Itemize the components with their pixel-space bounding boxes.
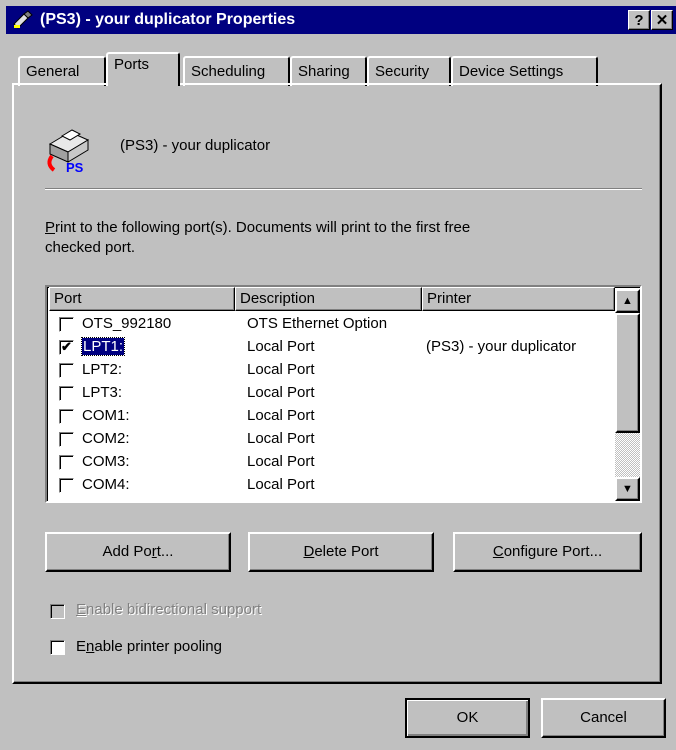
postscript-printer-icon: PS: [47, 129, 90, 174]
port-checkbox[interactable]: [59, 432, 74, 447]
port-printer: (PS3) - your duplicator: [426, 338, 577, 355]
port-description: Local Port: [247, 338, 315, 355]
active-tab-gap: [108, 82, 178, 86]
scroll-up-arrow-icon: ▲: [622, 295, 633, 307]
column-header-description[interactable]: Description: [235, 287, 422, 311]
port-description: Local Port: [247, 407, 315, 424]
port-checkbox[interactable]: [59, 386, 74, 401]
tab-security[interactable]: Security: [367, 56, 451, 86]
window-title: (PS3) - your duplicator Properties: [40, 11, 296, 28]
port-description: Local Port: [247, 384, 315, 401]
help-button[interactable]: ?: [628, 10, 650, 30]
port-row[interactable]: COM4: Local Port: [47, 474, 615, 498]
port-list[interactable]: Port Description Printer OTS_992180 OTS E…: [45, 285, 642, 503]
port-checkbox[interactable]: [59, 363, 74, 378]
port-row[interactable]: LPT3: Local Port: [47, 382, 615, 406]
column-header-printer[interactable]: Printer: [422, 287, 615, 311]
port-checkbox[interactable]: [59, 409, 74, 424]
delete-port-button[interactable]: Delete Port: [248, 532, 434, 572]
port-name: LPT3:: [82, 384, 123, 401]
port-name: COM3:: [82, 453, 130, 470]
port-checkbox[interactable]: ✔: [59, 340, 74, 355]
port-name: LPT2:: [82, 361, 123, 378]
bidirectional-support-checkbox[interactable]: [50, 604, 65, 619]
port-row[interactable]: OTS_992180 OTS Ethernet Option: [47, 313, 615, 337]
port-description: OTS Ethernet Option: [247, 315, 388, 332]
instruction-text: Print to the following port(s). Document…: [45, 219, 471, 236]
ok-button[interactable]: OK: [405, 698, 530, 738]
cancel-button[interactable]: Cancel: [541, 698, 666, 738]
port-name: OTS_992180: [82, 315, 172, 332]
tab-ports[interactable]: Ports: [106, 52, 180, 86]
properties-window: (PS3) - your duplicator Properties ? ✕ G…: [0, 0, 676, 750]
port-name: COM4:: [82, 476, 130, 493]
port-row[interactable]: LPT2: Local Port: [47, 359, 615, 383]
port-description: Local Port: [247, 361, 315, 378]
svg-text:PS: PS: [66, 160, 84, 174]
vertical-scrollbar[interactable]: ▲ ▼: [615, 289, 640, 501]
printer-pen-icon: [13, 10, 33, 29]
title-bar[interactable]: (PS3) - your duplicator Properties ? ✕: [6, 6, 676, 34]
scroll-down-button[interactable]: ▼: [615, 477, 640, 501]
port-description: Local Port: [247, 430, 315, 447]
port-description: Local Port: [247, 476, 315, 493]
port-row[interactable]: COM2: Local Port: [47, 428, 615, 452]
port-row[interactable]: COM1: Local Port: [47, 405, 615, 429]
configure-port-button[interactable]: Configure Port...: [453, 532, 642, 572]
scroll-up-button[interactable]: ▲: [615, 289, 640, 313]
port-name: COM2:: [82, 430, 130, 447]
port-checkbox[interactable]: [59, 317, 74, 332]
instruction-text-line2: checked port.: [45, 239, 136, 256]
add-port-button[interactable]: Add Port...: [45, 532, 231, 572]
tab-general[interactable]: General: [18, 56, 106, 86]
bidirectional-support-label: Enable bidirectional support: [76, 601, 262, 618]
scroll-thumb[interactable]: [615, 313, 640, 433]
tab-sharing[interactable]: Sharing: [290, 56, 367, 86]
close-button[interactable]: ✕: [651, 10, 673, 30]
port-name: LPT1:: [80, 337, 126, 356]
port-checkbox[interactable]: [59, 455, 74, 470]
port-row[interactable]: ✔ LPT1: Local Port (PS3) - your duplicator: [47, 336, 615, 360]
port-row[interactable]: COM3: Local Port: [47, 451, 615, 475]
printer-pooling-label: Enable printer pooling: [76, 638, 222, 655]
separator: [45, 188, 642, 190]
tab-scheduling[interactable]: Scheduling: [183, 56, 290, 86]
scroll-down-arrow-icon: ▼: [622, 483, 633, 495]
scroll-track[interactable]: [615, 313, 640, 477]
printer-name: (PS3) - your duplicator: [120, 137, 271, 154]
port-description: Local Port: [247, 453, 315, 470]
port-checkbox[interactable]: [59, 478, 74, 493]
tab-device-settings[interactable]: Device Settings: [451, 56, 598, 86]
printer-pooling-checkbox[interactable]: [50, 640, 65, 655]
port-name: COM1:: [82, 407, 130, 424]
column-header-port[interactable]: Port: [49, 287, 235, 311]
